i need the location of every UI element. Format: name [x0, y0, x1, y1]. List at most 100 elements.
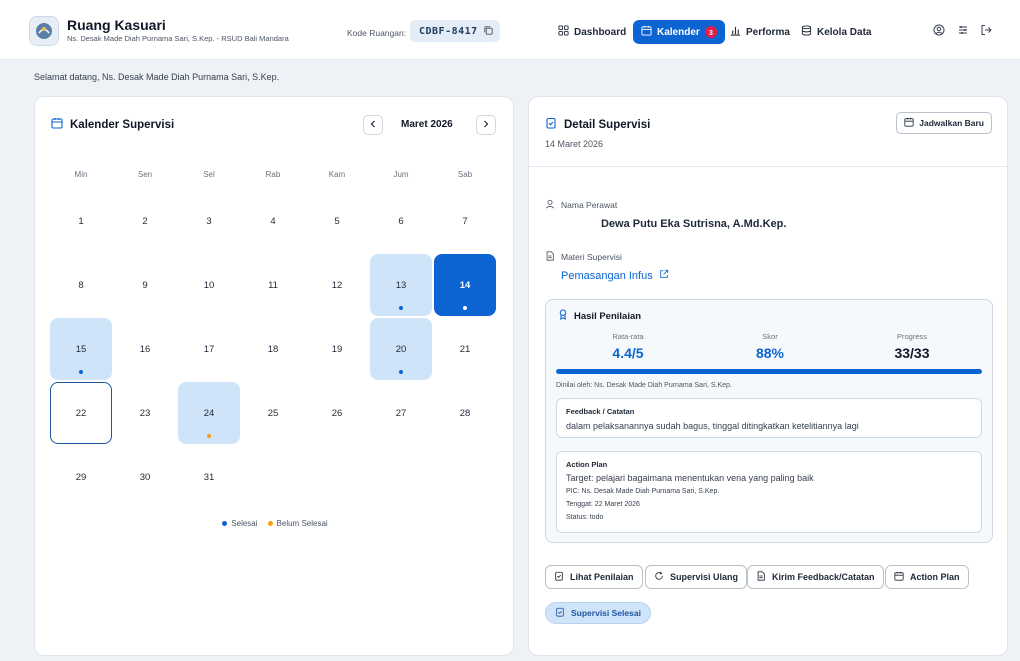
calendar-day[interactable]: 12 [306, 254, 368, 316]
calendar-day-completed[interactable]: 20 [370, 318, 432, 380]
calendar-day[interactable]: 31 [178, 446, 240, 508]
calendar-day[interactable]: 9 [114, 254, 176, 316]
day-number: 17 [203, 343, 215, 355]
nav-kalender[interactable]: Kalender 3 [633, 20, 725, 44]
calendar-day[interactable]: 21 [434, 318, 496, 380]
user-icon [545, 199, 555, 211]
action-plan-button[interactable]: Action Plan [885, 565, 969, 589]
view-assessment-label: Lihat Penilaian [570, 572, 634, 582]
repeat-supervision-button[interactable]: Supervisi Ulang [645, 565, 748, 589]
nav-dashboard[interactable]: Dashboard [550, 20, 634, 44]
calendar-day[interactable]: 6 [370, 190, 432, 252]
progress-bar [556, 369, 982, 374]
divider [529, 166, 1007, 167]
clipboard-check-icon [555, 607, 565, 619]
calendar-day[interactable]: 16 [114, 318, 176, 380]
copy-icon[interactable] [483, 25, 494, 39]
document-icon [545, 251, 555, 263]
prev-month-button[interactable] [363, 115, 383, 135]
calendar-day[interactable]: 10 [178, 254, 240, 316]
settings-sliders-icon[interactable] [957, 24, 969, 39]
day-number: 23 [139, 407, 151, 419]
day-number: 2 [142, 215, 148, 227]
view-assessment-button[interactable]: Lihat Penilaian [545, 565, 643, 589]
calendar-day[interactable]: 3 [178, 190, 240, 252]
calendar-day[interactable]: 7 [434, 190, 496, 252]
assessment-result-box: Hasil Penilaian Rata-rata 4.4/5 Skor 88%… [545, 299, 993, 543]
result-title-text: Hasil Penilaian [574, 310, 642, 322]
detail-card: Detail Supervisi 14 Maret 2026 Jadwalkan… [528, 96, 1008, 656]
app-subtitle: Ns. Desak Made Diah Purnama Sari, S.Kep.… [67, 34, 289, 43]
materi-link[interactable]: Pemasangan Infus [561, 269, 669, 282]
month-label: Maret 2026 [401, 119, 453, 130]
schedule-new-label: Jadwalkan Baru [919, 118, 984, 128]
calendar-title-text: Kalender Supervisi [70, 118, 175, 131]
calendar-day-completed[interactable]: 15 [50, 318, 112, 380]
feedback-text: dalam pelaksanannya sudah bagus, tinggal… [566, 421, 859, 431]
nav-performa-label: Performa [746, 26, 790, 38]
day-number: 6 [398, 215, 404, 227]
next-month-button[interactable] [476, 115, 496, 135]
nav-performa[interactable]: Performa [722, 20, 798, 44]
send-feedback-button[interactable]: Kirim Feedback/Catatan [747, 565, 884, 589]
calendar-day[interactable]: 25 [242, 382, 304, 444]
calendar-day[interactable]: 23 [114, 382, 176, 444]
day-number: 3 [206, 215, 212, 227]
day-number: 12 [331, 279, 343, 291]
day-number: 14 [459, 279, 471, 291]
calendar-day[interactable]: 5 [306, 190, 368, 252]
day-number: 10 [203, 279, 215, 291]
calendar-day[interactable]: 8 [50, 254, 112, 316]
calendar-day[interactable]: 27 [370, 382, 432, 444]
refresh-icon [654, 571, 664, 583]
logout-icon[interactable] [980, 24, 992, 39]
calendar-day[interactable]: 18 [242, 318, 304, 380]
action-plan-target: Target: pelajari bagaimana menentukan ve… [566, 473, 814, 483]
calendar-day-completed[interactable]: 13 [370, 254, 432, 316]
action-plan-box: Action Plan Target: pelajari bagaimana m… [556, 451, 982, 533]
calendar-day[interactable]: 19 [306, 318, 368, 380]
repeat-supervision-label: Supervisi Ulang [670, 572, 739, 582]
calendar-day[interactable]: 30 [114, 446, 176, 508]
nurse-name: Dewa Putu Eka Sutrisna, A.Md.Kep. [601, 218, 787, 230]
nav-kalender-label: Kalender [657, 26, 700, 38]
day-number: 4 [270, 215, 276, 227]
calendar-day-selected[interactable]: 14 [434, 254, 496, 316]
calendar-day[interactable]: 28 [434, 382, 496, 444]
completed-dot [79, 370, 83, 374]
calendar-day[interactable]: 2 [114, 190, 176, 252]
calendar-day-today[interactable]: 22 [50, 382, 112, 444]
calendar-day[interactable]: 11 [242, 254, 304, 316]
day-number: 21 [459, 343, 471, 355]
app-logo [29, 16, 59, 46]
day-number: 16 [139, 343, 151, 355]
legend-pending-label: Belum Selesai [276, 519, 328, 528]
schedule-new-button[interactable]: Jadwalkan Baru [896, 112, 992, 134]
app-title: Ruang Kasuari [67, 17, 166, 33]
action-plan-pic: PIC: Ns. Desak Made Diah Purnama Sari, S… [566, 488, 720, 495]
day-number: 5 [334, 215, 340, 227]
award-icon [558, 309, 568, 323]
nav-kelola-data[interactable]: Kelola Data [793, 20, 879, 44]
calendar-day[interactable]: 17 [178, 318, 240, 380]
calendar-day[interactable]: 4 [242, 190, 304, 252]
user-icon[interactable] [933, 24, 945, 39]
day-number: 9 [142, 279, 148, 291]
legend-done-label: Selesai [231, 519, 258, 528]
day-number: 11 [268, 279, 278, 291]
action-plan-label: Action Plan [910, 572, 960, 582]
room-code-text: CDBF-8417 [419, 25, 478, 37]
progress-stat: Progress 33/33 [872, 332, 952, 361]
calendar-day-pending[interactable]: 24 [178, 382, 240, 444]
weekday-header: Min [74, 170, 88, 179]
calendar-day[interactable]: 1 [50, 190, 112, 252]
calendar-day[interactable]: 29 [50, 446, 112, 508]
day-number: 13 [395, 279, 407, 291]
notification-badge: 3 [704, 26, 717, 38]
weekday-header: Sab [457, 170, 473, 179]
materi-link-text: Pemasangan Infus [561, 269, 653, 282]
day-number: 20 [395, 343, 407, 355]
average-value: 4.4/5 [612, 345, 644, 361]
calendar-day[interactable]: 26 [306, 382, 368, 444]
nav-kelola-data-label: Kelola Data [817, 26, 872, 38]
